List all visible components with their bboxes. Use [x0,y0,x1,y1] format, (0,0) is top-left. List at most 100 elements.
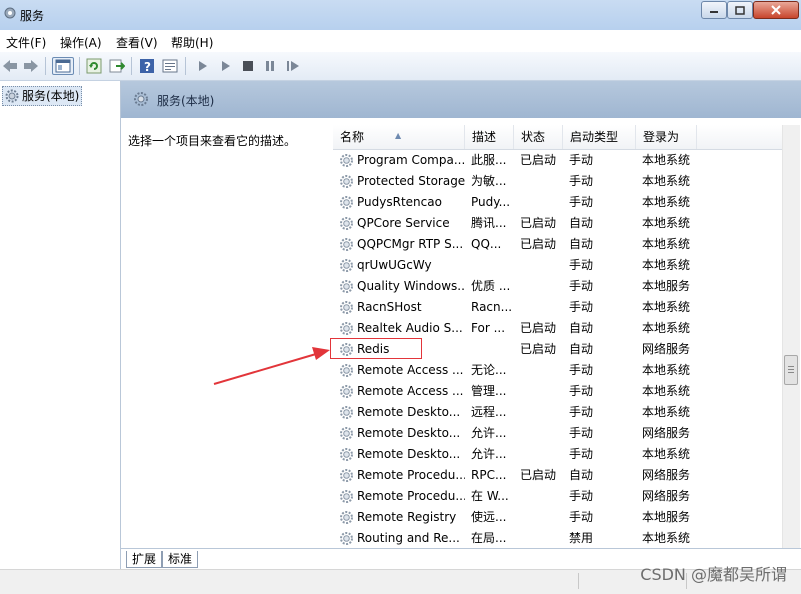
help-button[interactable]: ? [138,57,156,75]
service-name: Realtek Audio S... [339,318,465,339]
service-name: Remote Access ... [339,381,465,402]
description-panel: 选择一个项目来查看它的描述。 [122,118,327,548]
service-gear-icon [340,532,353,545]
service-startup-type: 自动 [569,342,594,356]
service-row[interactable]: Realtek Audio S... For ... 已启动 自动 本地系统 [333,318,782,339]
service-description: 允许... [471,447,507,461]
menu-action[interactable]: 操作(A) [60,34,102,51]
properties-button[interactable] [161,57,179,75]
svg-text:?: ? [144,60,151,74]
export-list-button[interactable] [108,57,126,75]
service-status [520,192,566,213]
title-bar: 服务 [0,0,801,30]
service-gear-icon [340,490,353,503]
forward-button[interactable] [22,57,40,75]
service-name: RacnSHost [339,297,465,318]
service-row[interactable]: RacnSHost Racn... 手动 本地系统 [333,297,782,318]
service-status [520,528,566,548]
tab-extended[interactable]: 扩展 [126,551,163,568]
refresh-button[interactable] [85,57,103,75]
column-header-startup-type[interactable]: 启动类型 [563,125,636,149]
service-status [520,276,566,297]
back-button[interactable] [1,57,19,75]
service-row[interactable]: Remote Access ... 无论... 手动 本地系统 [333,360,782,381]
scrollbar-thumb[interactable] [784,355,798,385]
service-row[interactable]: Remote Registry 使远... 手动 本地服务 [333,507,782,528]
column-header-logon-as[interactable]: 登录为 [636,125,697,149]
service-name: qrUwUGcWy [339,255,465,276]
stop-service-button[interactable] [239,57,257,75]
tab-standard[interactable]: 标准 [162,551,199,568]
service-startup-type: 手动 [569,489,594,503]
service-row[interactable]: Remote Procedu... RPC... 已启动 自动 网络服务 [333,465,782,486]
service-description: 在局... [471,531,507,545]
service-description: Pudy... [471,195,511,209]
pause-service-button[interactable] [261,57,279,75]
service-name: QPCore Service [339,213,465,234]
service-description: 优质 ... [471,279,511,293]
service-startup-type: 手动 [569,174,594,188]
service-description: 在 W... [471,489,509,503]
service-name: Remote Access ... [339,360,465,381]
service-gear-icon [340,196,353,209]
show-hide-tree-button[interactable] [52,57,74,75]
column-header-status[interactable]: 状态 [514,125,563,149]
service-logon-as: 本地系统 [642,300,691,314]
help-icon: ? [140,59,154,74]
service-startup-type: 手动 [569,279,594,293]
service-logon-as: 网络服务 [642,468,691,482]
pane-header: 服务(本地) [121,81,801,118]
service-row[interactable]: QPCore Service 腾讯... 已启动 自动 本地系统 [333,213,782,234]
service-row[interactable]: PudysRtencao Pudy... 手动 本地系统 [333,192,782,213]
service-description: 无论... [471,363,507,377]
service-row[interactable]: Remote Deskto... 允许... 手动 本地系统 [333,444,782,465]
grip-icon [788,366,794,373]
maximize-button[interactable] [727,1,753,19]
tree-item-services-local[interactable]: 服务(本地) [2,86,83,106]
vertical-scrollbar[interactable] [782,125,800,548]
console-tree-icon [55,59,71,73]
service-status [520,255,566,276]
service-row[interactable]: Remote Access ... 管理... 手动 本地系统 [333,381,782,402]
service-startup-type: 自动 [569,468,594,482]
service-logon-as: 本地服务 [642,279,691,293]
list-header: ▲ 名称 描述 状态 启动类型 登录为 [333,125,782,150]
service-status: 已启动 [520,153,557,167]
column-header-description[interactable]: 描述 [465,125,514,149]
menu-view[interactable]: 查看(V) [116,34,158,51]
service-row[interactable]: Remote Procedu... 在 W... 手动 网络服务 [333,486,782,507]
service-row[interactable]: Program Compa... 此服... 已启动 手动 本地系统 [333,150,782,171]
service-startup-type: 手动 [569,447,594,461]
column-header-name[interactable]: ▲ 名称 [333,125,465,149]
service-row[interactable]: Remote Deskto... 远程... 手动 本地系统 [333,402,782,423]
service-gear-icon [340,427,353,440]
service-logon-as: 本地服务 [642,510,691,524]
service-status [520,171,566,192]
service-startup-type: 手动 [569,153,594,167]
service-name: Remote Deskto... [339,402,465,423]
service-row[interactable]: Remote Deskto... 允许... 手动 网络服务 [333,423,782,444]
start-service-alt-button[interactable] [217,57,235,75]
service-description: 允许... [471,426,507,440]
close-button[interactable] [753,1,799,19]
service-row[interactable]: Quality Windows... 优质 ... 手动 本地服务 [333,276,782,297]
service-row[interactable]: Protected Storage 为敏... 手动 本地系统 [333,171,782,192]
start-service-button[interactable] [194,57,212,75]
service-name: Remote Registry [339,507,465,528]
resume-service-button[interactable] [284,57,302,75]
minimize-button[interactable] [701,1,727,19]
services-list[interactable]: ▲ 名称 描述 状态 启动类型 登录为 Program Compa... 此服..… [333,125,782,548]
menu-help[interactable]: 帮助(H) [171,34,213,51]
service-gear-icon [340,175,353,188]
service-logon-as: 本地系统 [642,195,691,209]
service-name: PudysRtencao [339,192,465,213]
sort-ascending-icon: ▲ [395,131,402,140]
service-status [520,423,566,444]
service-row[interactable]: Routing and Re... 在局... 禁用 本地系统 [333,528,782,548]
menu-file[interactable]: 文件(F) [6,34,46,51]
service-row[interactable]: qrUwUGcWy 手动 本地系统 [333,255,782,276]
service-name: QQPCMgr RTP S... [339,234,465,255]
services-gear-icon [134,92,148,106]
maximize-icon [735,5,745,15]
service-row[interactable]: QQPCMgr RTP S... QQ... 已启动 自动 本地系统 [333,234,782,255]
